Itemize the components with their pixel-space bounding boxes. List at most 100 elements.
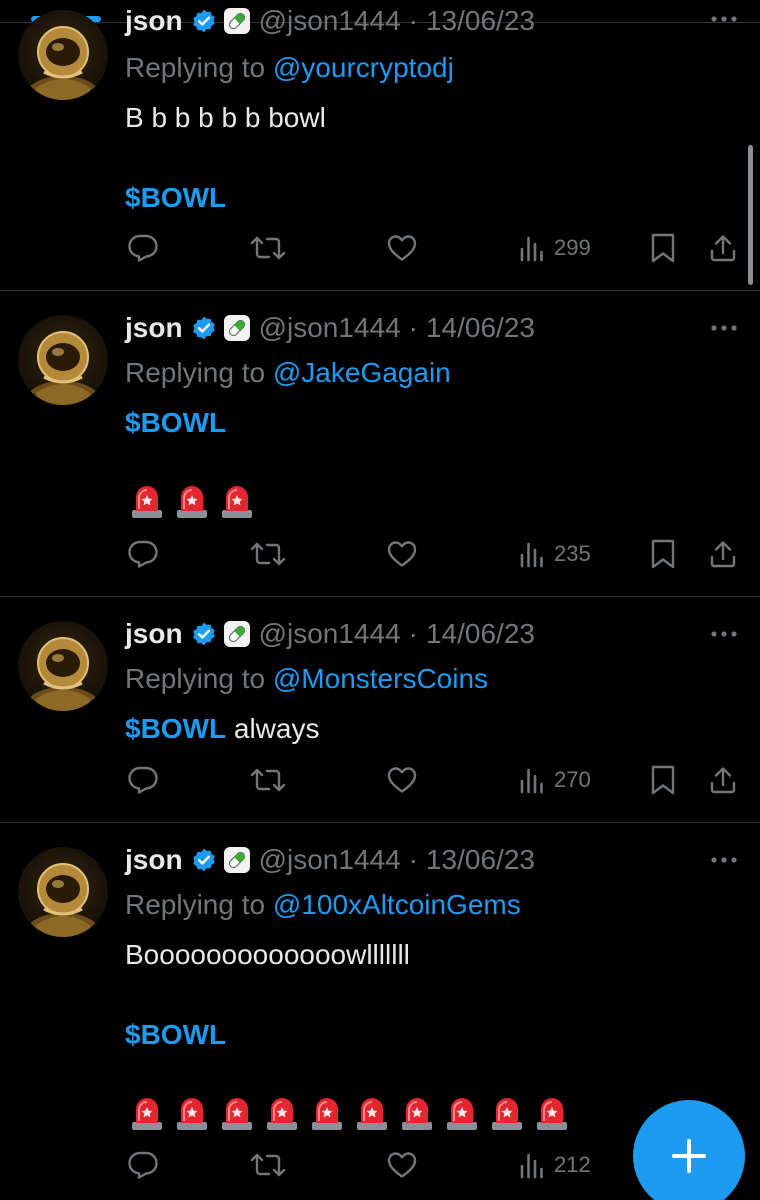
replying-to: Replying to @yourcryptodj <box>125 52 454 84</box>
like-icon <box>386 538 418 570</box>
replying-mention[interactable]: @JakeGagain <box>273 357 451 388</box>
pill-emoji-icon <box>223 846 251 874</box>
avatar[interactable] <box>18 847 108 937</box>
views-count: 299 <box>554 235 591 260</box>
reply-icon <box>127 232 159 264</box>
replying-mention[interactable]: @100xAltcoinGems <box>273 889 521 920</box>
more-icon[interactable] <box>710 14 738 24</box>
more-icon[interactable] <box>710 629 738 639</box>
tweet-actions: 235 <box>0 537 760 571</box>
retweet-icon <box>250 1149 286 1181</box>
avatar[interactable] <box>18 621 108 711</box>
retweet-icon <box>250 764 286 796</box>
police-light-emoji-icon <box>490 1095 524 1131</box>
tweet-text-line: $BOWL <box>125 182 226 214</box>
author-handle[interactable]: @json1444 <box>259 844 401 876</box>
like-icon <box>386 764 418 796</box>
retweet-icon <box>250 232 286 264</box>
pill-emoji-icon <box>223 620 251 648</box>
author-handle[interactable]: @json1444 <box>259 5 401 37</box>
like-button[interactable] <box>386 1148 418 1182</box>
like-button[interactable] <box>386 537 418 571</box>
cashtag-link[interactable]: $BOWL <box>125 713 226 744</box>
verified-badge-icon <box>191 315 217 341</box>
author-name[interactable]: json <box>125 5 183 37</box>
tweet[interactable]: json @json1444 · 14/06/23 Replying to @J… <box>0 291 760 597</box>
tweet-date[interactable]: 14/06/23 <box>426 312 535 344</box>
tweet-text: Booooooooooooowlllllll <box>125 939 410 970</box>
bookmark-button[interactable] <box>649 231 677 265</box>
more-icon[interactable] <box>710 323 738 333</box>
views-button[interactable]: 270 <box>518 763 591 797</box>
reply-icon <box>127 764 159 796</box>
share-button[interactable] <box>708 537 738 571</box>
tweet[interactable]: json @json1444 · 13/06/23 Replying to @y… <box>0 0 760 291</box>
like-icon <box>386 232 418 264</box>
avatar[interactable] <box>18 10 108 100</box>
share-button[interactable] <box>708 231 738 265</box>
cashtag-link[interactable]: $BOWL <box>125 1019 226 1050</box>
verified-badge-icon <box>191 621 217 647</box>
police-light-emoji-icon <box>355 1095 389 1131</box>
author-name[interactable]: json <box>125 312 183 344</box>
police-light-emoji-icon <box>310 1095 344 1131</box>
cashtag-link[interactable]: $BOWL <box>125 182 226 213</box>
replying-prefix: Replying to <box>125 663 266 694</box>
more-icon[interactable] <box>710 855 738 865</box>
tweet-text-line: $BOWL <box>125 407 226 439</box>
police-light-emoji-icon <box>220 483 254 519</box>
police-light-emoji-icon <box>445 1095 479 1131</box>
reply-button[interactable] <box>127 537 159 571</box>
separator-dot: · <box>408 844 418 875</box>
replying-mention[interactable]: @yourcryptodj <box>273 52 454 83</box>
like-icon <box>386 1149 418 1181</box>
tweet[interactable]: json @json1444 · 14/06/23 Replying to @M… <box>0 597 760 823</box>
retweet-button[interactable] <box>250 537 286 571</box>
separator-dot: · <box>408 618 418 649</box>
police-light-emoji-icon <box>175 483 209 519</box>
tweet-header: json @json1444 · 14/06/23 <box>125 311 535 345</box>
reply-button[interactable] <box>127 231 159 265</box>
tweet-actions: 270 <box>0 763 760 797</box>
like-button[interactable] <box>386 231 418 265</box>
views-button[interactable]: 235 <box>518 537 591 571</box>
author-handle[interactable]: @json1444 <box>259 618 401 650</box>
police-light-emoji-icon <box>220 1095 254 1131</box>
police-light-emoji-icon <box>130 483 164 519</box>
bookmark-icon <box>649 232 677 264</box>
replying-prefix: Replying to <box>125 889 266 920</box>
share-button[interactable] <box>708 763 738 797</box>
retweet-button[interactable] <box>250 231 286 265</box>
pill-emoji-icon <box>223 7 251 35</box>
bookmark-button[interactable] <box>649 537 677 571</box>
scrollbar[interactable] <box>748 145 753 285</box>
bookmark-icon <box>649 764 677 796</box>
replying-prefix: Replying to <box>125 52 266 83</box>
views-icon <box>518 234 546 262</box>
retweet-icon <box>250 538 286 570</box>
views-icon <box>518 540 546 568</box>
retweet-button[interactable] <box>250 1148 286 1182</box>
cashtag-link[interactable]: $BOWL <box>125 407 226 438</box>
retweet-button[interactable] <box>250 763 286 797</box>
author-name[interactable]: json <box>125 844 183 876</box>
reply-button[interactable] <box>127 1148 159 1182</box>
tweet-date[interactable]: 14/06/23 <box>426 618 535 650</box>
views-button[interactable]: 212 <box>518 1148 591 1182</box>
tweet-text-line: $BOWL always <box>125 713 319 745</box>
views-count: 212 <box>554 1152 591 1177</box>
author-name[interactable]: json <box>125 618 183 650</box>
bookmark-button[interactable] <box>649 763 677 797</box>
compose-button[interactable] <box>633 1100 745 1200</box>
replying-mention[interactable]: @MonstersCoins <box>273 663 488 694</box>
avatar[interactable] <box>18 315 108 405</box>
police-light-emoji-icon <box>400 1095 434 1131</box>
author-handle[interactable]: @json1444 <box>259 312 401 344</box>
views-button[interactable]: 299 <box>518 231 591 265</box>
reply-button[interactable] <box>127 763 159 797</box>
like-button[interactable] <box>386 763 418 797</box>
tweet-date[interactable]: 13/06/23 <box>426 5 535 37</box>
replying-to: Replying to @100xAltcoinGems <box>125 889 521 921</box>
plus-icon <box>672 1139 706 1173</box>
tweet-date[interactable]: 13/06/23 <box>426 844 535 876</box>
